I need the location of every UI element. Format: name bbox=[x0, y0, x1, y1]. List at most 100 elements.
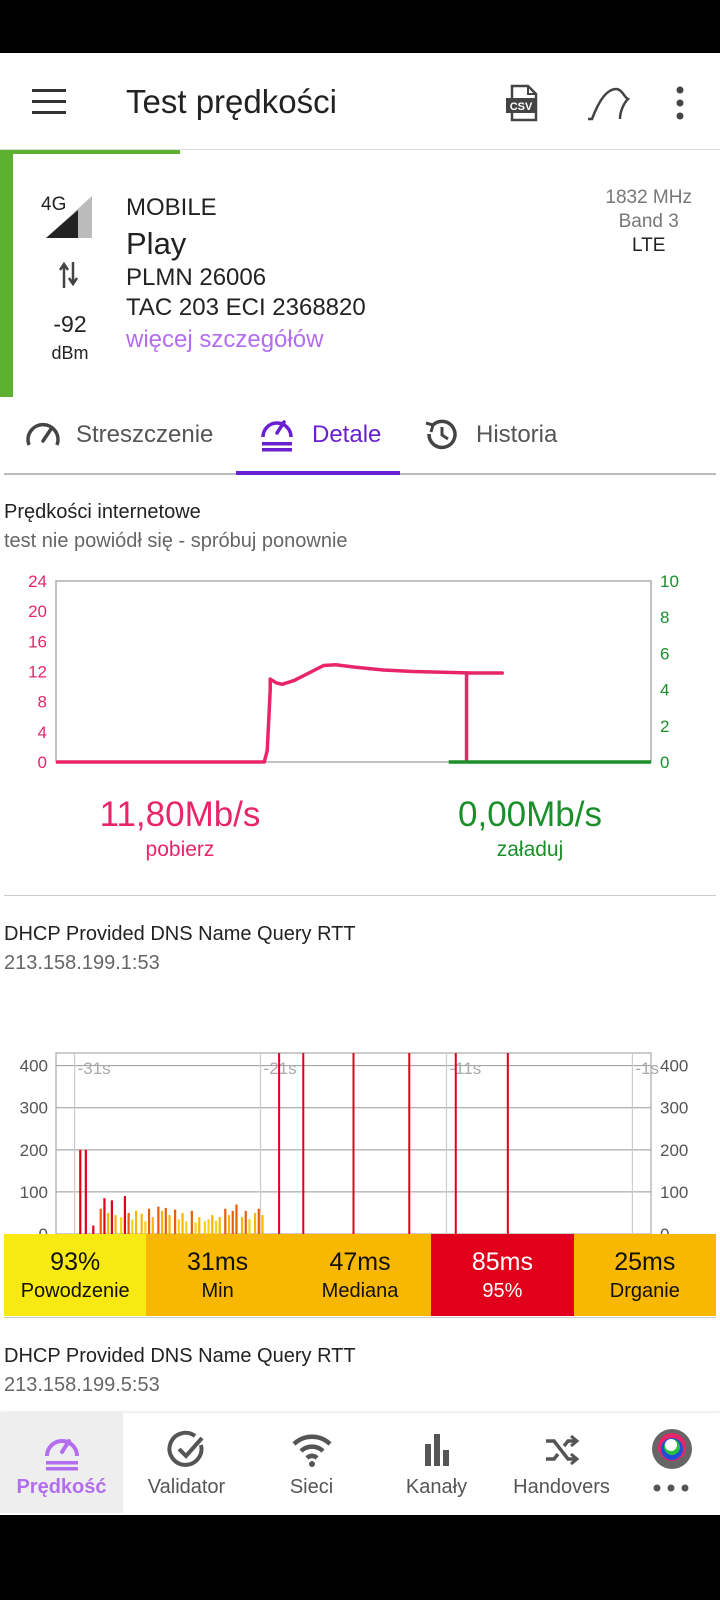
y-right-tick-label: 400 bbox=[660, 1057, 688, 1076]
y-right-tick-label: 4 bbox=[660, 681, 669, 700]
nav-item-speed[interactable]: Prędkość bbox=[0, 1413, 123, 1513]
cell-info-card: 4G -92 dBm MOBILE Play PLMN 26006 TAC 20… bbox=[0, 154, 720, 397]
speed-section-title: Prędkości internetowe bbox=[4, 501, 201, 523]
nav-label-handovers: Handovers bbox=[513, 1476, 610, 1498]
rtt-bar bbox=[231, 1210, 234, 1234]
x-tick-label: -11s bbox=[449, 1059, 481, 1078]
speed-detail-icon bbox=[261, 420, 293, 452]
more-dots-icon bbox=[653, 1484, 689, 1492]
nav-item-handovers[interactable]: Handovers bbox=[500, 1413, 623, 1513]
y-left-tick-label: 0 bbox=[38, 753, 47, 772]
rtt-bar bbox=[261, 1215, 264, 1234]
data-transfer-icon bbox=[58, 261, 79, 288]
nav-label-networks: Sieci bbox=[289, 1476, 334, 1498]
rtt-bar bbox=[151, 1217, 154, 1234]
menu-icon[interactable] bbox=[32, 89, 66, 115]
rtt-bar bbox=[92, 1225, 95, 1234]
dns-stats-row: 93% Powodzenie 31ms Min 47ms Mediana 85m… bbox=[4, 1234, 717, 1316]
rtt-bar bbox=[131, 1219, 134, 1234]
rtt-bar bbox=[177, 1219, 180, 1234]
y-right-tick-label: 0 bbox=[660, 753, 669, 772]
y-left-tick-label: 8 bbox=[38, 693, 47, 712]
rtt-bar bbox=[190, 1210, 193, 1234]
y-right-tick-label: 8 bbox=[660, 608, 669, 627]
stat-value: 85ms bbox=[471, 1247, 533, 1276]
y-right-tick-label: 2 bbox=[660, 717, 669, 736]
stat-label: 95% bbox=[482, 1279, 523, 1302]
system-navigation-area bbox=[0, 1515, 720, 1600]
curve-icon[interactable] bbox=[586, 83, 630, 123]
rtt-bar bbox=[123, 1196, 126, 1234]
speed-section-subtitle: test nie powiódł się - spróbuj ponownie bbox=[4, 530, 348, 552]
stat-median: 47ms Mediana bbox=[288, 1234, 432, 1316]
stat-label: Drganie bbox=[609, 1279, 680, 1302]
series-line-pobierz bbox=[56, 662, 504, 764]
x-tick-label: -31s bbox=[78, 1059, 111, 1078]
rtt-bar bbox=[140, 1213, 143, 1234]
stat-value: 93% bbox=[50, 1247, 101, 1276]
tab-details[interactable]: Detale bbox=[236, 403, 400, 475]
tab-bar: Streszczenie Detale Historia bbox=[4, 403, 716, 475]
upload-speed-label: załaduj bbox=[496, 838, 564, 861]
active-tab-indicator bbox=[236, 471, 400, 475]
band-value: Band 3 bbox=[618, 211, 679, 232]
rtt-bar bbox=[253, 1212, 257, 1234]
app-toolbar: Test prędkości CSV bbox=[0, 53, 720, 150]
rtt-bar bbox=[84, 1149, 87, 1234]
nav-label-speed: Prędkość bbox=[16, 1476, 107, 1498]
nav-item-networks[interactable]: Sieci bbox=[250, 1413, 373, 1513]
stat-value: 31ms bbox=[187, 1247, 249, 1276]
rtt-bar bbox=[248, 1219, 251, 1234]
y-right-tick-label: 300 bbox=[660, 1099, 688, 1118]
stat-95th-percentile: 85ms 95% bbox=[431, 1234, 574, 1316]
nav-item-more[interactable] bbox=[625, 1413, 720, 1513]
rtt-bar bbox=[164, 1207, 167, 1234]
nav-item-channels[interactable]: Kanały bbox=[375, 1413, 498, 1513]
nav-item-validator[interactable]: Validator bbox=[125, 1413, 248, 1513]
rtt-bar bbox=[240, 1217, 244, 1234]
y-left-tick-label: 200 bbox=[20, 1141, 48, 1160]
download-speed-value: 11,80Mb/s bbox=[99, 795, 261, 834]
signal-dbm-unit: dBm bbox=[51, 343, 89, 363]
rtt-bar bbox=[257, 1208, 260, 1234]
x-tick-label: -1s bbox=[635, 1059, 659, 1078]
speed-chart: 048121620240246810 bbox=[28, 573, 679, 772]
more-vert-icon[interactable] bbox=[670, 85, 690, 121]
stat-value: 47ms bbox=[329, 1247, 391, 1276]
rtt-bar bbox=[160, 1210, 164, 1234]
rtt-bar bbox=[144, 1221, 147, 1234]
history-icon bbox=[425, 419, 457, 450]
rtt-bar bbox=[147, 1208, 151, 1234]
stat-min: 31ms Min bbox=[146, 1234, 289, 1316]
app-logo-icon bbox=[652, 1429, 692, 1469]
frequency-info: 1832 MHz Band 3 LTE bbox=[605, 186, 692, 258]
tab-summary[interactable]: Streszczenie bbox=[4, 403, 234, 473]
tac-eci: TAC 203 ECI 2368820 bbox=[126, 294, 366, 321]
stat-jitter: 25ms Drganie bbox=[573, 1234, 717, 1316]
csv-icon[interactable]: CSV bbox=[505, 83, 539, 123]
more-details-link[interactable]: więcej szczegółów bbox=[126, 326, 323, 354]
tab-history[interactable]: Historia bbox=[420, 403, 590, 473]
rtt-bar bbox=[168, 1215, 171, 1234]
check-circle-icon bbox=[167, 1430, 204, 1467]
rtt-bar bbox=[211, 1215, 214, 1234]
y-left-tick-label: 16 bbox=[28, 632, 47, 651]
rtt-bar bbox=[99, 1208, 102, 1234]
dns-section-title-2: DHCP Provided DNS Name Query RTT bbox=[4, 1345, 356, 1367]
speed-icon bbox=[45, 1439, 79, 1471]
dns-server-address: 213.158.199.1:53 bbox=[4, 952, 160, 974]
upload-speed-value: 0,00Mb/s bbox=[458, 795, 602, 834]
download-speed-label: pobierz bbox=[145, 838, 215, 861]
stat-value: 25ms bbox=[614, 1247, 676, 1276]
y-left-tick-label: 20 bbox=[28, 602, 47, 621]
rtt-bar bbox=[174, 1209, 177, 1234]
rtt-bar bbox=[218, 1217, 221, 1234]
tab-label-details: Detale bbox=[312, 421, 382, 448]
tab-label-summary: Streszczenie bbox=[76, 421, 214, 448]
nav-label-validator: Validator bbox=[147, 1476, 226, 1498]
rtt-bar bbox=[107, 1212, 110, 1234]
rtt-bar bbox=[157, 1206, 160, 1234]
rtt-bar bbox=[235, 1204, 238, 1234]
nav-label-channels: Kanały bbox=[405, 1476, 468, 1498]
dns-rtt-chart: 00100100200200300300400400-31s-21s-11s-1… bbox=[20, 1052, 688, 1244]
